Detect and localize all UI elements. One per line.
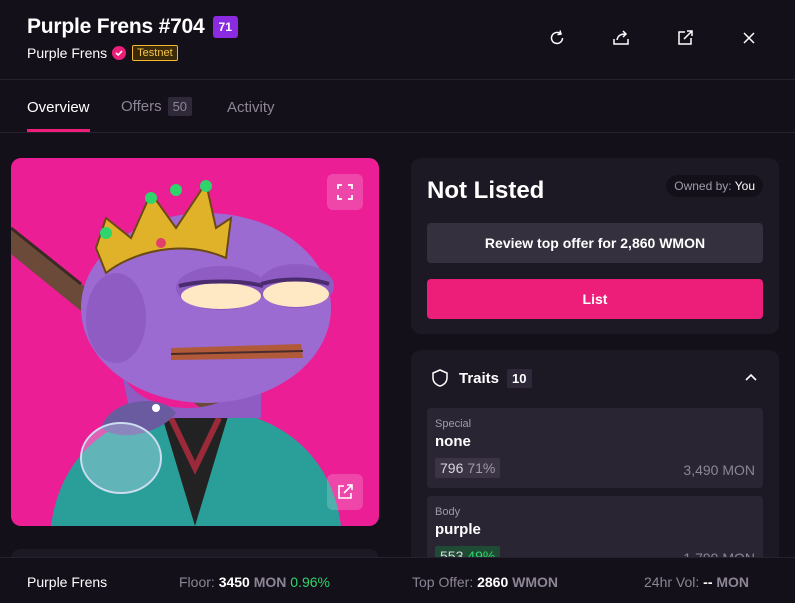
tab-bar: Overview Offers 50 Activity [0,81,795,133]
testnet-badge: Testnet [132,45,178,61]
volume-value: -- [703,574,713,590]
traits-label: Traits [459,369,500,387]
floor-value: 3450 [218,574,250,590]
traits-panel: Traits 10 Special none 796 71% 3,490 MON … [411,350,779,580]
header: Purple Frens #704 71 Purple Frens Testne… [0,0,795,80]
page-title: Purple Frens #704 [27,15,205,38]
top-offer-unit: WMON [512,574,559,590]
review-offer-button[interactable]: Review top offer for 2,860 WMON [427,223,763,263]
traits-count: 10 [507,368,532,388]
trait-percent: 71% [467,460,496,476]
chevron-up-icon[interactable] [743,370,759,386]
floor-unit: MON [253,574,287,590]
trait-type: Special [435,418,472,430]
floor-change: 0.96% [290,574,330,590]
rank-badge: 71 [212,16,238,38]
trait-value: none [435,433,471,450]
tab-offers-label: Offers [121,98,162,115]
tab-overview[interactable]: Overview [27,99,90,116]
open-image-button[interactable] [327,474,363,510]
top-offer-label: Top Offer: [412,574,474,590]
collection-link[interactable]: Purple Frens [27,45,107,61]
traits-header[interactable]: Traits 10 [431,368,532,388]
fullscreen-button[interactable] [327,174,363,210]
nft-image [11,158,379,526]
active-tab-indicator [27,129,90,132]
top-offer-value: 2860 [477,574,509,590]
tab-activity[interactable]: Activity [227,99,275,116]
share-icon[interactable] [611,28,631,48]
floor-stat: Floor: 3450 MON 0.96% [179,574,330,590]
external-link-icon [338,484,353,499]
listing-panel: Not Listed Owned by: You Review top offe… [411,158,779,334]
footer-collection[interactable]: Purple Frens [27,574,107,590]
owner-name: You [734,179,755,193]
fullscreen-icon [337,184,353,200]
header-actions [547,28,759,48]
list-button[interactable]: List [427,279,763,319]
volume-stat: 24hr Vol: -- MON [644,574,749,590]
trait-count-number: 796 [440,460,464,476]
trait-count: 796 71% [435,458,501,478]
owned-by-label: Owned by: [674,179,732,193]
collection-row: Purple Frens Testnet [27,45,178,61]
volume-unit: MON [716,574,750,590]
verified-icon [112,46,127,60]
owned-by-badge: Owned by: You [666,175,763,197]
tab-offers[interactable]: Offers 50 [121,97,193,116]
close-icon[interactable] [739,28,759,48]
offers-count-badge: 50 [167,97,193,116]
nft-artwork [11,180,341,526]
stats-bar: Purple Frens Floor: 3450 MON 0.96% Top O… [0,557,795,603]
top-offer-stat: Top Offer: 2860 WMON [412,574,558,590]
title-row: Purple Frens #704 71 [27,15,238,39]
shield-icon [432,369,448,387]
trait-floor-price: 3,490 MON [683,462,755,478]
volume-label: 24hr Vol: [644,574,700,590]
trait-card[interactable]: Special none 796 71% 3,490 MON [427,408,763,488]
listing-status: Not Listed [427,177,545,204]
floor-label: Floor: [179,574,215,590]
refresh-icon[interactable] [547,28,567,48]
trait-value: purple [435,521,481,538]
external-link-icon[interactable] [675,28,695,48]
trait-type: Body [435,506,461,518]
